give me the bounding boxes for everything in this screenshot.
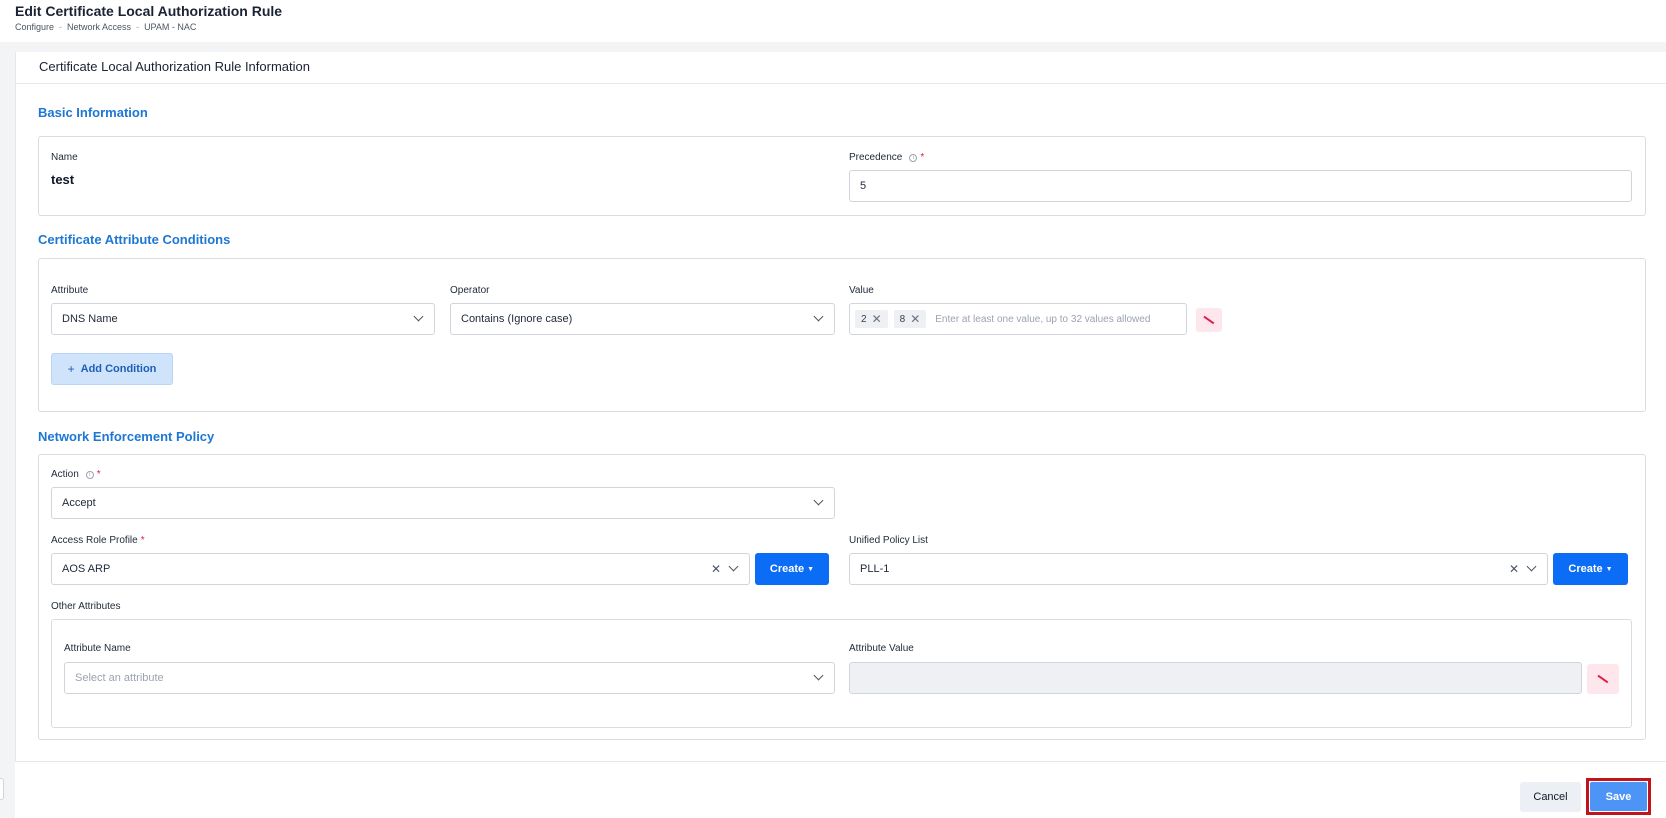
breadcrumb: Configure - Network Access - UPAM - NAC — [15, 22, 196, 32]
cancel-button[interactable]: Cancel — [1520, 782, 1581, 812]
unified-policy-list-value: PLL-1 — [860, 563, 890, 575]
operator-select-value: Contains (Ignore case) — [461, 313, 573, 325]
breadcrumb-item-network-access[interactable]: Network Access — [67, 22, 131, 32]
caret-down-icon: ▼ — [1605, 565, 1613, 573]
chevron-down-icon — [813, 670, 824, 681]
access-role-profile-select[interactable]: AOS ARP ✕ — [51, 553, 750, 585]
action-label: Action i * — [51, 469, 101, 480]
section-title-network-enforcement-policy: Network Enforcement Policy — [38, 429, 215, 444]
conditions-box — [38, 258, 1646, 412]
remove-tag-icon[interactable]: ✕ — [910, 312, 920, 326]
required-indicator: * — [96, 469, 101, 480]
access-role-profile-label-text: Access Role Profile — [51, 535, 138, 546]
card-title: Certificate Local Authorization Rule Inf… — [39, 59, 310, 74]
operator-label: Operator — [450, 285, 490, 296]
attribute-value-input — [849, 662, 1582, 694]
remove-tag-icon[interactable]: ✕ — [872, 312, 882, 326]
attribute-name-label: Attribute Name — [64, 643, 131, 654]
precedence-label-text: Precedence — [849, 152, 903, 163]
create-label: Create — [769, 563, 805, 575]
value-tag: 2 ✕ — [855, 310, 888, 328]
delete-icon — [1597, 674, 1609, 683]
value-placeholder: Enter at least one value, up to 32 value… — [935, 313, 1151, 325]
attribute-label: Attribute — [51, 285, 89, 296]
name-value: test — [51, 172, 75, 187]
breadcrumb-item-configure[interactable]: Configure — [15, 22, 54, 32]
access-role-profile-label: Access Role Profile * — [51, 535, 145, 546]
plus-icon: + — [67, 362, 75, 376]
card-header: Certificate Local Authorization Rule Inf… — [16, 52, 1666, 84]
sidebar-toggle-handle[interactable] — [0, 778, 4, 800]
page-header: Edit Certificate Local Authorization Rul… — [0, 0, 1666, 42]
breadcrumb-item-upam-nac[interactable]: UPAM - NAC — [144, 22, 196, 32]
attribute-select-value: DNS Name — [62, 313, 118, 325]
chevron-down-icon — [413, 311, 424, 322]
section-title-basic-information: Basic Information — [38, 105, 148, 120]
attribute-value-label: Attribute Value — [849, 643, 914, 654]
value-tag-text: 8 — [899, 313, 906, 325]
add-condition-button[interactable]: + Add Condition — [51, 353, 173, 385]
section-title-certificate-attribute-conditions: Certificate Attribute Conditions — [38, 232, 231, 247]
value-tag: 8 ✕ — [893, 310, 927, 328]
operator-select[interactable]: Contains (Ignore case) — [450, 303, 835, 335]
info-icon[interactable]: i — [85, 471, 94, 479]
required-indicator: * — [920, 152, 925, 163]
clear-icon[interactable]: ✕ — [711, 562, 721, 576]
required-indicator: * — [140, 535, 145, 546]
other-attributes-label: Other Attributes — [51, 601, 121, 612]
save-button[interactable]: Save — [1590, 782, 1647, 811]
precedence-value: 5 — [860, 180, 867, 192]
caret-down-icon: ▼ — [807, 565, 815, 573]
name-label: Name — [51, 152, 78, 163]
action-select[interactable]: Accept — [51, 487, 835, 519]
attribute-name-placeholder: Select an attribute — [75, 672, 164, 684]
chevron-down-icon — [1526, 561, 1537, 572]
breadcrumb-separator: - — [59, 22, 63, 32]
access-role-profile-value: AOS ARP — [62, 563, 111, 575]
value-tag-input[interactable]: 2 ✕ 8 ✕ Enter at least one value, up to 32… — [849, 303, 1187, 335]
attribute-select[interactable]: DNS Name — [51, 303, 435, 335]
unified-policy-list-label: Unified Policy List — [849, 535, 928, 546]
delete-condition-button[interactable] — [1196, 308, 1222, 332]
unified-policy-list-select[interactable]: PLL-1 ✕ — [849, 553, 1548, 585]
value-label: Value — [849, 285, 874, 296]
create-access-role-profile-button[interactable]: Create ▼ — [755, 553, 829, 585]
chevron-down-icon — [813, 311, 824, 322]
delete-icon — [1203, 315, 1215, 324]
footer-bar — [15, 761, 1666, 818]
precedence-input[interactable]: 5 — [849, 170, 1632, 202]
create-unified-policy-list-button[interactable]: Create ▼ — [1553, 553, 1628, 585]
clear-icon[interactable]: ✕ — [1509, 562, 1519, 576]
chevron-down-icon — [813, 495, 824, 506]
page-title: Edit Certificate Local Authorization Rul… — [15, 3, 283, 19]
add-condition-label: Add Condition — [80, 363, 157, 375]
value-tag-text: 2 — [861, 313, 867, 325]
delete-attribute-button[interactable] — [1587, 664, 1619, 694]
precedence-label: Precedence i * — [849, 152, 924, 163]
breadcrumb-separator: - — [136, 22, 140, 32]
action-select-value: Accept — [62, 497, 96, 509]
create-label: Create — [1568, 563, 1603, 575]
action-label-text: Action — [51, 469, 79, 480]
info-icon[interactable]: i — [909, 154, 918, 162]
attribute-name-select[interactable]: Select an attribute — [64, 662, 835, 694]
chevron-down-icon — [728, 561, 739, 572]
